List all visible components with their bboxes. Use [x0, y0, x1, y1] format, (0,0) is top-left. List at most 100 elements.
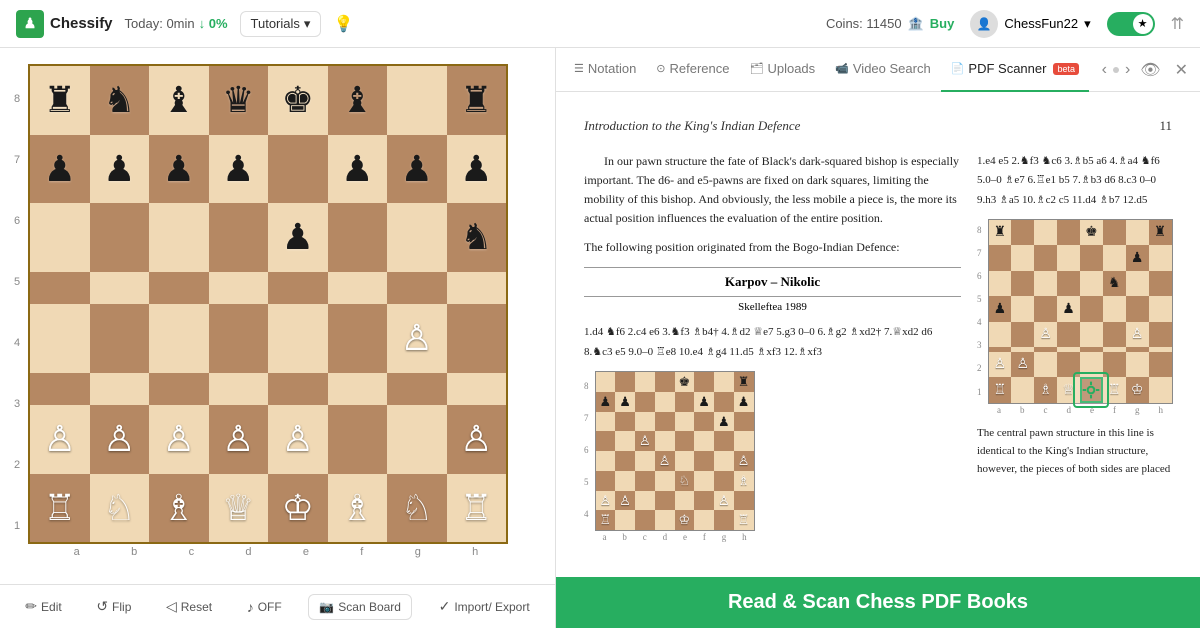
- user-info[interactable]: 👤 ChessFun22 ▾: [970, 10, 1090, 38]
- board-cell[interactable]: ♗: [149, 474, 209, 543]
- tab-pdf-scanner[interactable]: 📄 PDF Scanner beta: [941, 48, 1089, 92]
- chess-board[interactable]: ♜♞♝♛♚♝♜♟♟♟♟♟♟♟♟♞♙♙♙♙♙♙♙♖♘♗♕♔♗♘♖: [28, 64, 508, 544]
- mini-board-cell: [694, 510, 714, 530]
- board-cell[interactable]: ♙: [90, 405, 150, 474]
- board-cell[interactable]: ♔: [268, 474, 328, 543]
- board-cell[interactable]: ♝: [149, 66, 209, 135]
- board-cell[interactable]: ♟: [90, 135, 150, 204]
- board-cell[interactable]: [30, 373, 90, 406]
- board-cell[interactable]: [209, 373, 269, 406]
- board-cell[interactable]: ♟: [328, 135, 388, 204]
- board-cell[interactable]: ♘: [90, 474, 150, 543]
- board-cell[interactable]: ♜: [447, 66, 507, 135]
- board-cell[interactable]: [149, 272, 209, 305]
- board-cell[interactable]: ♟: [268, 203, 328, 272]
- board-cell[interactable]: [149, 203, 209, 272]
- board-cell[interactable]: [209, 272, 269, 305]
- board-cell[interactable]: [30, 304, 90, 373]
- board-cell[interactable]: [209, 203, 269, 272]
- board-cell[interactable]: [328, 272, 388, 305]
- sound-toggle[interactable]: ♪ OFF: [239, 595, 290, 619]
- close-button[interactable]: ✕: [1171, 56, 1192, 84]
- tab-notation[interactable]: ☰ Notation: [564, 48, 646, 92]
- pencil-icon: ✏: [25, 598, 37, 615]
- board-cell[interactable]: ♘: [387, 474, 447, 543]
- mini-board-cell: [694, 431, 714, 451]
- board-cell[interactable]: [328, 373, 388, 406]
- view-button[interactable]: 👁: [1136, 56, 1164, 84]
- board-cell[interactable]: ♙: [387, 304, 447, 373]
- right-mini-board-cell: [1011, 220, 1034, 246]
- flip-button[interactable]: ↺ Flip: [88, 594, 139, 619]
- board-cell[interactable]: [387, 272, 447, 305]
- board-cell[interactable]: [90, 272, 150, 305]
- board-cell[interactable]: ♖: [30, 474, 90, 543]
- right-mini-board-cell: [1080, 377, 1103, 403]
- board-cell[interactable]: ♕: [209, 474, 269, 543]
- board-cell[interactable]: [328, 405, 388, 474]
- scan-board-button[interactable]: 📷 Scan Board: [308, 594, 412, 620]
- board-cell[interactable]: [149, 304, 209, 373]
- coins-info: Coins: 11450 🏦 Buy: [826, 16, 954, 32]
- board-cell[interactable]: [149, 373, 209, 406]
- board-cell[interactable]: [328, 203, 388, 272]
- board-cell[interactable]: [268, 135, 328, 204]
- logo-text: Chessify: [50, 15, 113, 32]
- board-cell[interactable]: ♙: [149, 405, 209, 474]
- board-cell[interactable]: [268, 272, 328, 305]
- board-cell[interactable]: [30, 272, 90, 305]
- board-cell[interactable]: ♞: [90, 66, 150, 135]
- board-cell[interactable]: ♙: [268, 405, 328, 474]
- mini-file-labels: abcdefgh: [595, 531, 755, 545]
- board-cell[interactable]: [90, 203, 150, 272]
- reset-button[interactable]: ◁ Reset: [158, 594, 220, 619]
- board-cell[interactable]: [268, 304, 328, 373]
- board-cell[interactable]: ♝: [328, 66, 388, 135]
- edit-button[interactable]: ✏ Edit: [17, 594, 69, 619]
- board-cell[interactable]: ♜: [30, 66, 90, 135]
- board-cell[interactable]: ♙: [30, 405, 90, 474]
- board-cell[interactable]: [447, 373, 507, 406]
- board-cell[interactable]: [90, 304, 150, 373]
- board-cell[interactable]: [90, 373, 150, 406]
- toggle-knob: ★: [1133, 14, 1153, 34]
- tab-video-search[interactable]: 📹 Video Search: [825, 48, 941, 92]
- next-page-button[interactable]: ›: [1125, 61, 1130, 79]
- board-cell[interactable]: ♞: [447, 203, 507, 272]
- tab-uploads[interactable]: 🗂 Uploads: [740, 48, 826, 92]
- buy-button[interactable]: Buy: [930, 16, 955, 31]
- board-cell[interactable]: ♚: [268, 66, 328, 135]
- import-export-button[interactable]: ✓ Import/ Export: [431, 594, 538, 619]
- board-cell[interactable]: [447, 304, 507, 373]
- right-mini-board-cell: [1034, 245, 1057, 271]
- board-cell[interactable]: ♟: [209, 135, 269, 204]
- board-cell[interactable]: ♙: [447, 405, 507, 474]
- board-cell[interactable]: [387, 66, 447, 135]
- right-mini-board-cell: ♟: [1057, 296, 1080, 322]
- theme-toggle[interactable]: ★: [1107, 12, 1155, 36]
- board-cell[interactable]: [387, 405, 447, 474]
- mini-board-cell: [596, 451, 616, 471]
- board-cell[interactable]: ♟: [387, 135, 447, 204]
- board-cell[interactable]: ♖: [447, 474, 507, 543]
- board-cell[interactable]: ♟: [149, 135, 209, 204]
- board-cell[interactable]: ♗: [328, 474, 388, 543]
- pdf-page: Introduction to the King's Indian Defenc…: [556, 92, 1200, 628]
- board-cell[interactable]: [387, 373, 447, 406]
- board-cell[interactable]: ♟: [447, 135, 507, 204]
- board-cell[interactable]: [328, 304, 388, 373]
- board-container: 87654321 ♜♞♝♛♚♝♜♟♟♟♟♟♟♟♟♞♙♙♙♙♙♙♙♖♘♗♕♔♗♘♖…: [12, 64, 508, 560]
- board-cell[interactable]: [30, 203, 90, 272]
- board-cell[interactable]: ♛: [209, 66, 269, 135]
- board-cell[interactable]: ♟: [30, 135, 90, 204]
- tutorials-button[interactable]: Tutorials ▾: [240, 11, 322, 37]
- collapse-button[interactable]: ⇈: [1171, 14, 1184, 34]
- scan-cta-button[interactable]: Read & Scan Chess PDF Books: [556, 577, 1200, 628]
- prev-page-button[interactable]: ‹: [1102, 61, 1107, 79]
- board-cell[interactable]: [268, 373, 328, 406]
- board-cell[interactable]: ♙: [209, 405, 269, 474]
- board-cell[interactable]: [209, 304, 269, 373]
- board-cell[interactable]: [447, 272, 507, 305]
- tab-reference[interactable]: ⊙ Reference: [646, 48, 739, 92]
- board-cell[interactable]: [387, 203, 447, 272]
